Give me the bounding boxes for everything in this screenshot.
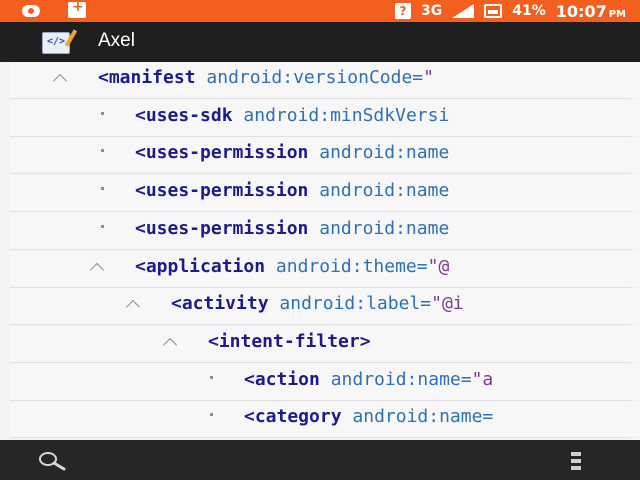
signal-icon (452, 4, 475, 18)
element-tag: <category (244, 406, 342, 427)
tree-node[interactable]: <application android:theme="@ (10, 251, 640, 288)
element-tag: <action (244, 369, 320, 390)
attribute-value: " (423, 67, 434, 88)
status-bar: ? 3G 41% 10:07PM (0, 0, 640, 22)
network-type: 3G (421, 3, 443, 19)
status-indicators: ? 3G 41% 10:07 PM (395, 0, 626, 22)
attribute-name: android:versionCode= (206, 67, 424, 88)
node-text: <uses-permission android:name (135, 142, 449, 163)
element-tag: <uses-permission (135, 142, 309, 163)
app-toolbar: Axel (0, 22, 640, 62)
tree-node[interactable]: <activity android:label="@i (10, 288, 640, 325)
node-text: <activity android:label="@i (171, 293, 464, 314)
attribute-name: android:name (319, 218, 450, 239)
node-text: <uses-permission android:name (135, 218, 449, 239)
attribute-value: "a (471, 369, 494, 390)
battery-icon (484, 4, 503, 18)
attribute-name: android:name= (330, 369, 472, 390)
xml-editor-icon (42, 32, 70, 54)
node-text: <category android:name= (244, 406, 493, 427)
app-title: Axel (98, 30, 135, 51)
element-tag: <manifest (98, 67, 196, 88)
tree-node[interactable]: <intent-filter> (10, 326, 640, 363)
node-text: <uses-permission android:name (135, 180, 449, 201)
record-icon (22, 5, 40, 17)
collapse-chevron-icon[interactable] (52, 72, 68, 82)
leaf-bullet-icon (101, 112, 104, 115)
leaf-bullet-icon (101, 187, 104, 190)
attribute-name: android:name (319, 180, 450, 201)
leaf-bullet-icon (210, 413, 213, 416)
tree-node[interactable]: <category android:name= (10, 401, 640, 438)
attribute-name: android:minSdkVersi (243, 105, 450, 126)
clock: 10:07 PM (556, 2, 626, 21)
tree-edge-fade (626, 62, 640, 440)
attribute-name: android:label= (279, 293, 432, 314)
shopping-bag-icon (68, 0, 86, 18)
clock-time: 10:07 (555, 1, 607, 21)
clock-ampm: PM (608, 8, 626, 20)
element-tag: <application (135, 256, 266, 277)
status-notifications (22, 0, 86, 18)
tree-node[interactable]: <uses-permission android:name (10, 213, 640, 250)
search-icon[interactable] (38, 451, 68, 471)
node-text: <uses-sdk android:minSdkVersi (135, 105, 449, 126)
element-tag: <uses-permission (135, 218, 309, 239)
xml-tree: <manifest android:versionCode=" <uses-sdk… (0, 62, 640, 440)
node-text: <intent-filter> (208, 331, 371, 352)
tree-node[interactable]: <uses-permission android:name (10, 175, 640, 212)
element-tag: <uses-permission (135, 180, 309, 201)
tree-node[interactable]: <uses-permission android:name (10, 137, 640, 174)
tree-node[interactable]: <uses-sdk android:minSdkVersi (10, 100, 640, 137)
attribute-name: android:theme= (275, 256, 428, 277)
battery-level: 41% (512, 3, 546, 19)
overflow-menu-icon[interactable] (570, 451, 582, 471)
bottom-action-bar (0, 440, 640, 480)
sim-icon: ? (395, 3, 412, 19)
collapse-chevron-icon[interactable] (125, 298, 141, 308)
element-tag: <activity (171, 293, 269, 314)
collapse-chevron-icon[interactable] (162, 336, 178, 346)
attribute-name: android:name= (352, 406, 494, 427)
attribute-value: "@ (427, 256, 450, 277)
leaf-bullet-icon (101, 149, 104, 152)
leaf-bullet-icon (101, 225, 104, 228)
node-text: <manifest android:versionCode=" (98, 67, 434, 88)
collapse-chevron-icon[interactable] (89, 261, 105, 271)
tree-node[interactable]: <manifest android:versionCode=" (10, 62, 640, 99)
node-text: <action android:name="a (244, 369, 493, 390)
element-tag: <uses-sdk (135, 105, 233, 126)
leaf-bullet-icon (210, 376, 213, 379)
node-text: <application android:theme="@ (135, 256, 449, 277)
element-tag: <intent-filter> (208, 331, 371, 352)
tree-node[interactable]: <action android:name="a (10, 364, 640, 401)
attribute-value: "@i (431, 293, 464, 314)
attribute-name: android:name (319, 142, 450, 163)
